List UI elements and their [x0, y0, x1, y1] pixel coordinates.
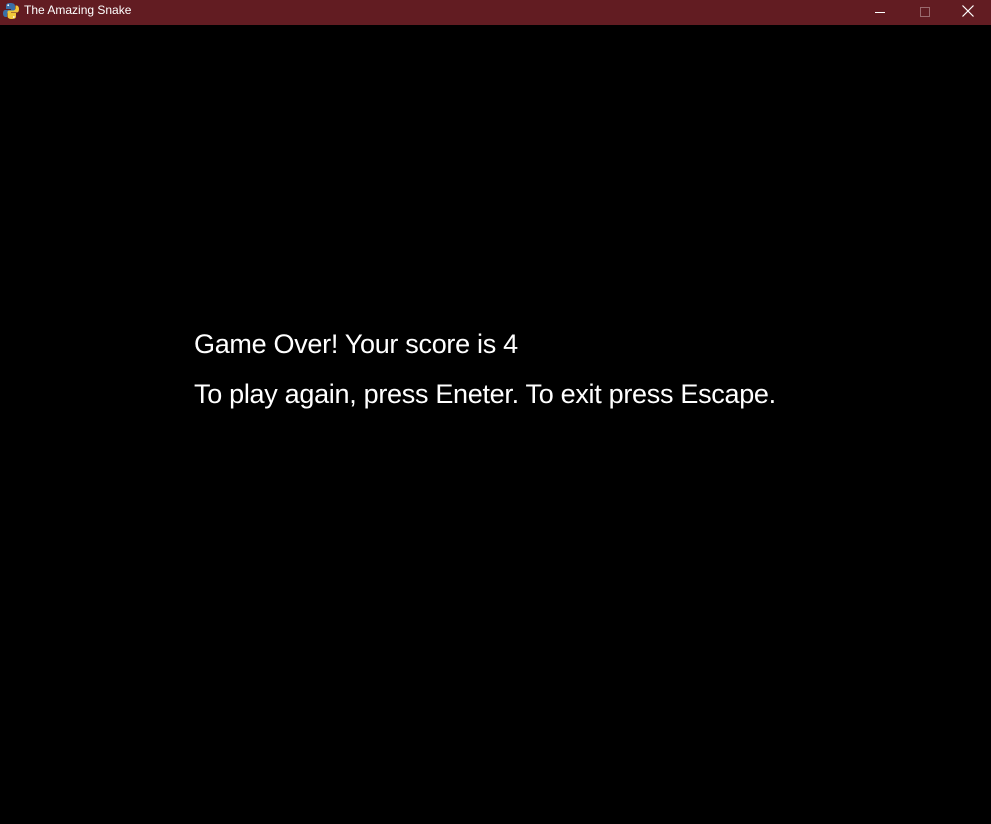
close-button[interactable]	[945, 0, 991, 25]
game-window: The Amazing Snake Game Over! Your score …	[0, 0, 991, 824]
maximize-icon	[920, 4, 930, 22]
game-canvas[interactable]: Game Over! Your score is 4 To play again…	[0, 25, 991, 824]
window-title: The Amazing Snake	[24, 3, 132, 17]
minimize-icon	[875, 4, 885, 22]
python-snake-icon	[3, 2, 19, 20]
maximize-button[interactable]	[902, 0, 948, 25]
minimize-button[interactable]	[857, 0, 903, 25]
title-bar[interactable]: The Amazing Snake	[0, 0, 991, 25]
game-over-message: Game Over! Your score is 4	[194, 329, 518, 359]
close-icon	[962, 4, 974, 22]
instructions-text: To play again, press Eneter. To exit pre…	[194, 379, 776, 409]
